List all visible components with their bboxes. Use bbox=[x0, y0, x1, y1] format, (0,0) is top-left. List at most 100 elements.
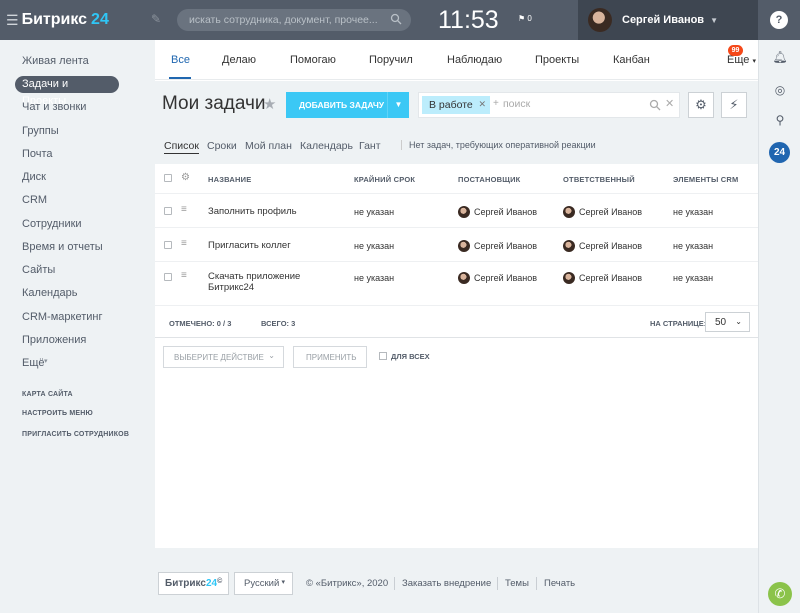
view-tab[interactable]: Сроки bbox=[207, 140, 237, 152]
drag-handle-icon[interactable]: ≡ bbox=[181, 270, 187, 281]
sidebar-link[interactable]: ПРИГЛАСИТЬ СОТРУДНИКОВ bbox=[22, 431, 129, 438]
column-header[interactable]: НАЗВАНИЕ bbox=[208, 175, 251, 184]
search-input[interactable]: искать сотрудника, документ, прочее... bbox=[177, 9, 411, 31]
tab-item[interactable]: Поручил bbox=[369, 54, 413, 66]
task-name[interactable]: Скачать приложение Битрикс24 bbox=[208, 271, 313, 293]
sidebar-item[interactable]: Сотрудники bbox=[22, 216, 82, 233]
view-tab[interactable]: Календарь bbox=[300, 140, 353, 152]
sidebar-item[interactable]: Ещё bbox=[22, 355, 45, 372]
column-header[interactable]: ПОСТАНОВЩИК bbox=[458, 175, 520, 184]
lightning-icon[interactable]: ⚡︎ bbox=[721, 92, 747, 118]
filter-search-input[interactable]: поиск bbox=[503, 98, 530, 110]
sidebar-item[interactable]: CRM bbox=[22, 192, 47, 209]
close-icon[interactable]: ✕ bbox=[665, 97, 674, 110]
sidebar-item[interactable]: Время и отчеты bbox=[22, 239, 103, 256]
filter-search[interactable]: В работе ✕ + поиск ✕ bbox=[418, 92, 680, 118]
creator[interactable]: Сергей Иванов bbox=[458, 240, 537, 252]
drag-handle-icon[interactable]: ≡ bbox=[181, 238, 187, 249]
sidebar-item[interactable]: Группы bbox=[22, 123, 59, 140]
sidebar-item[interactable]: Календарь bbox=[22, 285, 78, 302]
tab-item[interactable]: Наблюдаю bbox=[447, 54, 502, 66]
chat-icon[interactable]: ◎ bbox=[772, 83, 788, 99]
sidebar-link[interactable]: НАСТРОИТЬ МЕНЮ bbox=[22, 410, 93, 417]
tab-item[interactable]: Помогаю bbox=[290, 54, 336, 66]
search-icon[interactable] bbox=[649, 99, 661, 111]
sidebar-item[interactable]: CRM-маркетинг bbox=[22, 309, 102, 326]
sidebar-link[interactable]: КАРТА САЙТА bbox=[22, 391, 73, 398]
creator-name: Сергей Иванов bbox=[474, 273, 538, 283]
creator[interactable]: Сергей Иванов bbox=[458, 272, 537, 284]
sidebar-item[interactable]: Сайты bbox=[22, 262, 55, 279]
gear-icon[interactable]: ⚙ bbox=[688, 92, 714, 118]
close-icon[interactable]: ✕ bbox=[478, 99, 486, 110]
drag-handle-icon[interactable]: ≡ bbox=[181, 204, 187, 215]
clock[interactable]: 11:53 bbox=[438, 5, 499, 35]
user-menu[interactable]: Сергей Иванов ▼ bbox=[578, 0, 758, 40]
logo-number: 24 bbox=[91, 11, 109, 28]
table-row[interactable]: ≡ Скачать приложение Битрикс24 не указан Се… bbox=[155, 262, 758, 306]
help-icon[interactable]: ? bbox=[770, 11, 788, 29]
row-checkbox[interactable] bbox=[164, 273, 172, 281]
footer-link-order[interactable]: Заказать внедрение bbox=[402, 578, 491, 589]
logo[interactable]: ☰ Битрикс 24 bbox=[6, 0, 109, 40]
sidebar-item[interactable]: Почта bbox=[22, 146, 53, 163]
sidebar-item[interactable]: Задачи и Проекты bbox=[15, 76, 119, 107]
view-note: Нет задач, требующих оперативной реакции bbox=[401, 140, 596, 150]
phone-icon[interactable]: ✆ bbox=[768, 582, 792, 606]
responsible[interactable]: Сергей Иванов bbox=[563, 272, 642, 284]
footer-link-print[interactable]: Печать bbox=[544, 578, 575, 589]
tab-item[interactable]: Канбан bbox=[613, 54, 650, 66]
table-row[interactable]: ≡ Заполнить профиль не указан Сергей Иванов… bbox=[155, 194, 758, 228]
per-page-select[interactable]: 50 ⌄ bbox=[705, 312, 750, 332]
tab-item[interactable]: Делаю bbox=[222, 54, 256, 66]
view-tab[interactable]: Мой план bbox=[245, 140, 292, 152]
tab-item[interactable]: Все bbox=[171, 54, 190, 66]
search-placeholder: искать сотрудника, документ, прочее... bbox=[189, 14, 378, 26]
apply-button[interactable]: ПРИМЕНИТЬ bbox=[293, 346, 367, 368]
flag-counter[interactable]: ⚑ 0 bbox=[518, 14, 532, 23]
gear-icon[interactable]: ⚙ bbox=[181, 172, 190, 183]
page-footer: Битрикс24© Русский ▾ © «Битрикс», 2020 З… bbox=[155, 570, 758, 598]
footer-logo[interactable]: Битрикс24© bbox=[158, 572, 229, 595]
avatar bbox=[458, 240, 470, 252]
responsible[interactable]: Сергей Иванов bbox=[563, 240, 642, 252]
total-count: ВСЕГО: 3 bbox=[261, 319, 295, 328]
responsible[interactable]: Сергей Иванов bbox=[563, 206, 642, 218]
table-row[interactable]: ≡ Пригласить коллег не указан Сергей Иванов… bbox=[155, 228, 758, 262]
for-all-checkbox[interactable] bbox=[379, 352, 387, 360]
logo-text: Битрикс bbox=[21, 11, 88, 28]
language-select[interactable]: Русский ▾ bbox=[234, 572, 293, 595]
bitrix24-icon[interactable]: 24 bbox=[769, 142, 790, 163]
language-label: Русский bbox=[244, 578, 280, 589]
selected-count: ОТМЕЧЕНО: 0 / 3 bbox=[169, 319, 231, 328]
per-page-label: НА СТРАНИЦЕ: bbox=[650, 319, 707, 328]
pencil-icon[interactable]: ✎ bbox=[151, 12, 161, 26]
column-header[interactable]: КРАЙНИЙ СРОК bbox=[354, 175, 415, 184]
sidebar-item[interactable]: Чат и звонки bbox=[22, 99, 86, 116]
sidebar-item[interactable]: Приложения bbox=[22, 332, 86, 349]
column-header[interactable]: ОТВЕТСТВЕННЫЙ bbox=[563, 175, 635, 184]
task-name[interactable]: Пригласить коллег bbox=[208, 240, 313, 251]
sidebar-item[interactable]: Диск bbox=[22, 169, 46, 186]
star-icon[interactable]: ★ bbox=[263, 95, 276, 113]
view-tab[interactable]: Гант bbox=[359, 140, 381, 152]
add-task-button[interactable]: ДОБАВИТЬ ЗАДАЧУ ▼ bbox=[286, 92, 409, 118]
sidebar-item[interactable]: Живая лента bbox=[22, 53, 89, 70]
menu-icon[interactable]: ☰ bbox=[6, 13, 19, 27]
row-checkbox[interactable] bbox=[164, 207, 172, 215]
chevron-down-icon[interactable]: ▼ bbox=[387, 92, 409, 118]
bell-icon[interactable]: 🔔︎ bbox=[772, 50, 788, 66]
select-all-checkbox[interactable] bbox=[164, 174, 172, 182]
filter-tag[interactable]: В работе ✕ bbox=[422, 96, 490, 114]
row-checkbox[interactable] bbox=[164, 241, 172, 249]
search-icon[interactable] bbox=[390, 13, 402, 25]
view-tab[interactable]: Список bbox=[164, 140, 199, 154]
creator[interactable]: Сергей Иванов bbox=[458, 206, 537, 218]
column-header[interactable]: ЭЛЕМЕНТЫ CRM bbox=[673, 175, 738, 184]
tab-item[interactable]: Проекты bbox=[535, 54, 579, 66]
chevron-down-icon: ⌄ bbox=[735, 317, 742, 326]
search-icon[interactable]: ⚲ bbox=[772, 113, 788, 129]
action-select[interactable]: ВЫБЕРИТЕ ДЕЙСТВИЕ ⌄ bbox=[163, 346, 284, 368]
footer-link-themes[interactable]: Темы bbox=[505, 578, 529, 589]
task-name[interactable]: Заполнить профиль bbox=[208, 206, 313, 217]
